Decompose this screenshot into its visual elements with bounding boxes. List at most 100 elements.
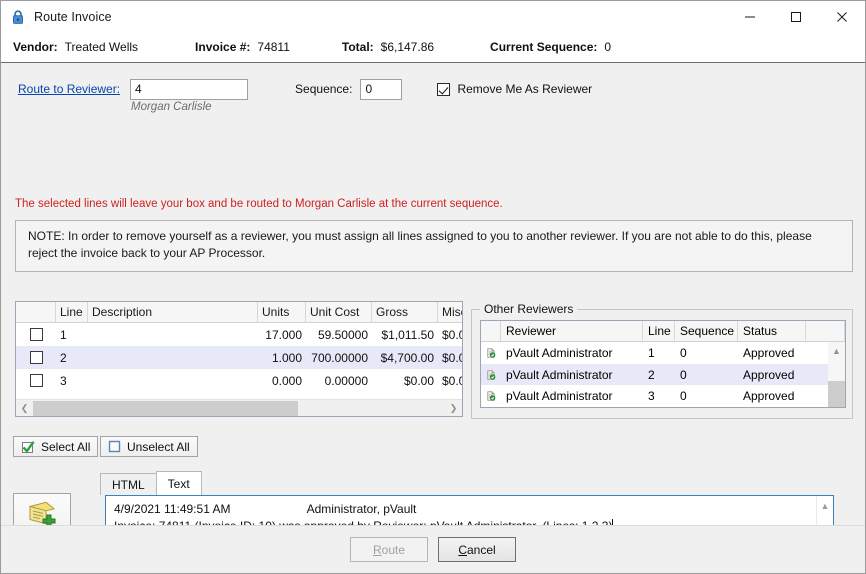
note-line-1: 4/9/2021 11:49:51 AM Administrator, pVau… [114, 501, 825, 518]
routing-warning-text: The selected lines will leave your box a… [15, 198, 503, 210]
or-header-icon[interactable] [481, 321, 501, 341]
or-header-sequence[interactable]: Sequence [675, 321, 738, 341]
list-item[interactable]: pVault Administrator 1 0 Approved [481, 342, 845, 364]
row-unit-cost: 59.50000 [317, 327, 368, 342]
window-title: Route Invoice [34, 9, 112, 24]
invoice-number-value: 74811 [257, 40, 290, 54]
remove-me-as-reviewer-checkbox[interactable]: Remove Me As Reviewer [437, 82, 592, 96]
or-line: 3 [648, 389, 655, 404]
or-reviewer: pVault Administrator [506, 345, 613, 360]
scroll-up-icon[interactable]: ▲ [821, 498, 830, 515]
vendor-label: Vendor: [13, 40, 58, 54]
title-bar: Route Invoice [1, 1, 865, 32]
scroll-track[interactable] [828, 359, 845, 407]
tab-html[interactable]: HTML [100, 473, 157, 495]
table-row[interactable]: 3 0.000 0.00000 $0.00 $0.00 $17 [16, 369, 462, 392]
other-reviewers-table[interactable]: Reviewer Line Sequence Status pVault Adm… [480, 320, 846, 408]
route-invoice-window: Route Invoice Vendor: Treated Wells Invo… [0, 0, 866, 574]
note-user: Administrator, pVault [306, 502, 417, 516]
close-button[interactable] [819, 1, 865, 32]
row-misc: $0.00 [442, 327, 462, 342]
invoice-summary-bar: Vendor: Treated Wells Invoice #: 74811 T… [1, 32, 865, 63]
empty-checkbox-icon [108, 440, 121, 453]
row-checkbox[interactable] [29, 374, 43, 387]
grid-header-misc[interactable]: Misc [438, 302, 462, 322]
current-sequence-label: Current Sequence: [490, 40, 598, 54]
grid-header-row: Line Description Units Unit Cost Gross M… [16, 302, 462, 323]
grid-horizontal-scrollbar[interactable]: ❮ ❯ [16, 399, 462, 416]
grid-body: 1 17.000 59.50000 $1,011.50 $0.00 $4 2 1… [16, 323, 462, 399]
scroll-right-icon[interactable]: ❯ [445, 400, 462, 417]
row-checkbox[interactable] [29, 328, 43, 341]
route-label-rest: oute [381, 542, 406, 557]
document-approved-icon [481, 368, 501, 382]
route-mnemonic: R [372, 542, 382, 557]
invoice-number-group: Invoice #: 74811 [195, 40, 290, 54]
or-header-reviewer[interactable]: Reviewer [501, 321, 643, 341]
or-sequence: 0 [680, 345, 687, 360]
scroll-track[interactable] [33, 399, 445, 416]
table-row[interactable]: 2 1.000 700.00000 $4,700.00 $0.00 $21 [16, 346, 462, 369]
or-status: Approved [743, 345, 795, 360]
grid-header-unit-cost[interactable]: Unit Cost [306, 302, 372, 322]
select-all-button[interactable]: Select All [13, 436, 99, 457]
row-gross: $4,700.00 [380, 350, 434, 365]
other-reviewers-group: Other Reviewers Reviewer Line Sequence S… [471, 302, 853, 419]
or-status: Approved [743, 367, 795, 382]
total-label: Total: [341, 40, 374, 54]
grid-header-gross[interactable]: Gross [372, 302, 438, 322]
cancel-mnemonic: C [458, 542, 467, 557]
reviewer-input[interactable]: 4 [130, 78, 249, 100]
or-reviewer: pVault Administrator [506, 367, 613, 382]
sequence-label: Sequence: [295, 82, 353, 96]
other-reviewers-vertical-scrollbar[interactable]: ▲ ▼ [828, 342, 845, 407]
route-button[interactable]: Route [350, 537, 428, 562]
scroll-thumb[interactable] [828, 381, 845, 407]
cancel-label-rest: ancel [466, 542, 496, 557]
row-units: 0.000 [271, 373, 302, 388]
sequence-input[interactable]: 0 [360, 78, 403, 100]
or-sequence: 0 [680, 389, 687, 404]
row-select-cell[interactable] [16, 328, 56, 341]
scroll-thumb[interactable] [33, 400, 298, 416]
or-line: 2 [648, 367, 655, 382]
row-select-cell[interactable] [16, 351, 56, 364]
checkbox-box[interactable] [437, 82, 451, 96]
document-approved-icon [481, 346, 501, 360]
grid-header-select[interactable] [16, 302, 56, 322]
row-checkbox[interactable] [29, 351, 43, 364]
or-sequence: 0 [680, 367, 687, 382]
scroll-left-icon[interactable]: ❮ [16, 400, 33, 417]
document-approved-icon [481, 389, 501, 403]
list-item[interactable]: pVault Administrator 2 0 Approved [481, 363, 845, 386]
cancel-button[interactable]: Cancel [438, 537, 516, 562]
or-header-line[interactable]: Line [643, 321, 675, 341]
or-header-blank[interactable] [806, 321, 845, 341]
route-to-reviewer-link[interactable]: Route to Reviewer: [18, 82, 120, 96]
scroll-up-icon[interactable]: ▲ [828, 342, 845, 359]
remove-me-as-reviewer-label: Remove Me As Reviewer [457, 82, 593, 96]
row-line: 3 [60, 373, 67, 388]
row-line: 1 [60, 327, 67, 342]
unselect-all-button[interactable]: Unselect All [100, 436, 198, 457]
tab-text[interactable]: Text [155, 471, 202, 495]
grid-header-units[interactable]: Units [258, 302, 306, 322]
reviewer-name-hint: Morgan Carlisle [131, 101, 212, 113]
or-header-status[interactable]: Status [738, 321, 806, 341]
table-row[interactable]: 1 17.000 59.50000 $1,011.50 $0.00 $4 [16, 323, 462, 346]
grid-header-line[interactable]: Line [56, 302, 88, 322]
list-item[interactable]: pVault Administrator 3 0 Approved [481, 385, 845, 407]
row-unit-cost: 700.00000 [311, 350, 368, 365]
notes-tab-bar: HTML Text [100, 471, 202, 495]
maximize-button[interactable] [773, 1, 819, 32]
grid-header-description[interactable]: Description [88, 302, 258, 322]
window-controls [727, 1, 865, 32]
row-select-cell[interactable] [16, 374, 56, 387]
row-line: 2 [60, 350, 67, 365]
dialog-footer: Route Cancel [1, 525, 865, 573]
invoice-number-label: Invoice #: [195, 40, 251, 54]
minimize-button[interactable] [727, 1, 773, 32]
invoice-lines-grid[interactable]: Line Description Units Unit Cost Gross M… [15, 301, 463, 417]
total-value: $6,147.86 [380, 40, 435, 54]
vendor-group: Vendor: Treated Wells [13, 40, 138, 54]
